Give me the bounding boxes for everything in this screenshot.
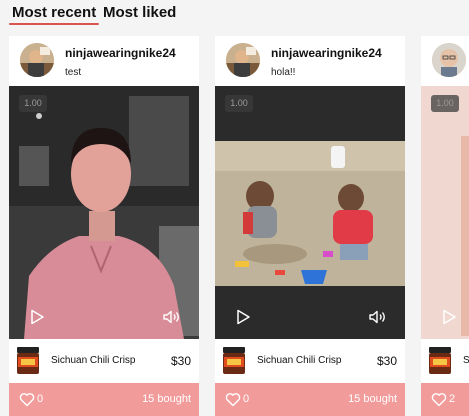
product-name: Sichuan Chili Crisp bbox=[257, 355, 342, 366]
avatar[interactable] bbox=[226, 43, 260, 77]
video-card[interactable]: 1.00 S 2 bbox=[421, 36, 469, 416]
heart-icon[interactable] bbox=[431, 392, 447, 407]
card-header: ninjawearingnike24 hola!! bbox=[215, 36, 405, 86]
bought-count: 15 bought bbox=[348, 393, 397, 405]
username[interactable]: ninjawearingnike24 bbox=[65, 46, 176, 60]
sound-icon[interactable] bbox=[369, 309, 387, 325]
username[interactable]: ninjawearingnike24 bbox=[271, 46, 382, 60]
active-tab-indicator bbox=[9, 23, 99, 25]
playback-speed-badge: 1.00 bbox=[431, 95, 459, 112]
card-footer: 0 15 bought bbox=[9, 383, 199, 416]
video-card[interactable]: ninjawearingnike24 test 1.00 Sichuan Chi… bbox=[9, 36, 199, 416]
video-thumbnail bbox=[215, 86, 405, 339]
card-footer: 2 bbox=[421, 383, 469, 416]
sound-icon[interactable] bbox=[163, 309, 181, 325]
video-player[interactable]: 1.00 bbox=[215, 86, 405, 339]
card-header: ninjawearingnike24 test bbox=[9, 36, 199, 86]
product-price: $30 bbox=[170, 354, 191, 368]
video-thumbnail bbox=[421, 86, 469, 339]
product-row[interactable]: S bbox=[421, 339, 469, 383]
card-footer: 0 15 bought bbox=[215, 383, 405, 416]
tab-most-recent[interactable]: Most recent bbox=[12, 4, 96, 21]
card-header bbox=[421, 36, 469, 86]
avatar[interactable] bbox=[432, 43, 466, 77]
avatar[interactable] bbox=[20, 43, 54, 77]
like-count: 2 bbox=[449, 393, 456, 405]
video-player[interactable]: 1.00 bbox=[421, 86, 469, 339]
heart-icon[interactable] bbox=[19, 392, 35, 407]
like-count: 0 bbox=[37, 393, 44, 405]
feed-tabs: Most recent Most liked bbox=[0, 0, 469, 28]
product-name: S bbox=[463, 355, 469, 366]
product-price: $30 bbox=[376, 354, 397, 368]
playback-speed-badge: 1.00 bbox=[19, 95, 47, 112]
post-caption: test bbox=[65, 67, 82, 78]
video-card[interactable]: ninjawearingnike24 hola!! 1.00 Sichuan C… bbox=[215, 36, 405, 416]
post-caption: hola!! bbox=[271, 67, 296, 78]
play-icon[interactable] bbox=[441, 309, 457, 325]
product-row[interactable]: Sichuan Chili Crisp $30 bbox=[9, 339, 199, 383]
video-player[interactable]: 1.00 bbox=[9, 86, 199, 339]
chili-jar-icon bbox=[17, 347, 39, 374]
heart-icon[interactable] bbox=[225, 392, 241, 407]
playback-speed-badge: 1.00 bbox=[225, 95, 253, 112]
product-name: Sichuan Chili Crisp bbox=[51, 355, 136, 366]
tab-most-liked[interactable]: Most liked bbox=[103, 4, 176, 21]
video-thumbnail bbox=[9, 86, 199, 339]
play-icon[interactable] bbox=[235, 309, 251, 325]
play-icon[interactable] bbox=[29, 309, 45, 325]
chili-jar-icon bbox=[223, 347, 245, 374]
product-row[interactable]: Sichuan Chili Crisp $30 bbox=[215, 339, 405, 383]
chili-jar-icon bbox=[429, 347, 451, 374]
bought-count: 15 bought bbox=[142, 393, 191, 405]
like-count: 0 bbox=[243, 393, 250, 405]
